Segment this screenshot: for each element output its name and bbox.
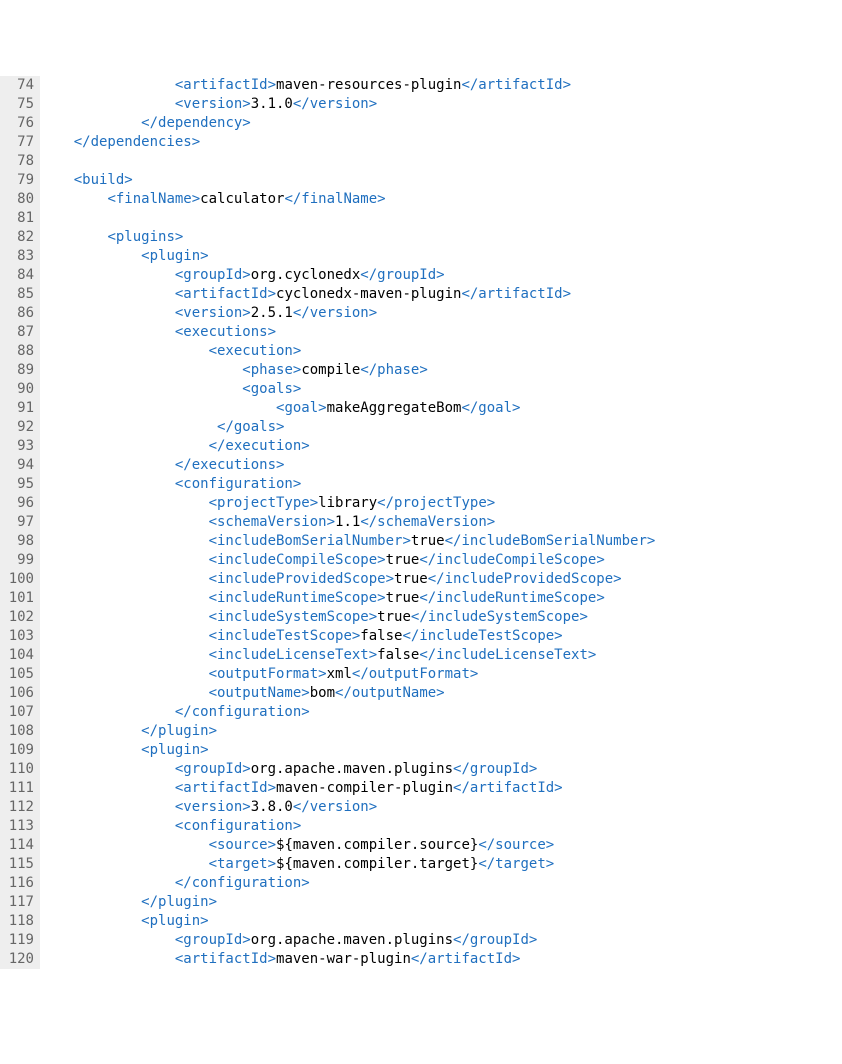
- line-number: 85: [4, 285, 34, 304]
- code-line[interactable]: <includeSystemScope>true</includeSystemS…: [40, 608, 655, 627]
- line-number: 116: [4, 874, 34, 893]
- line-number: 95: [4, 475, 34, 494]
- code-line[interactable]: <version>3.1.0</version>: [40, 95, 655, 114]
- code-line[interactable]: <artifactId>cyclonedx-maven-plugin</arti…: [40, 285, 655, 304]
- line-number: 104: [4, 646, 34, 665]
- line-number: 98: [4, 532, 34, 551]
- line-number: 120: [4, 950, 34, 969]
- code-line[interactable]: <goal>makeAggregateBom</goal>: [40, 399, 655, 418]
- code-line[interactable]: <groupId>org.apache.maven.plugins</group…: [40, 760, 655, 779]
- code-line[interactable]: <outputFormat>xml</outputFormat>: [40, 665, 655, 684]
- code-line[interactable]: <plugin>: [40, 741, 655, 760]
- line-number: 103: [4, 627, 34, 646]
- code-line[interactable]: <schemaVersion>1.1</schemaVersion>: [40, 513, 655, 532]
- line-number: 87: [4, 323, 34, 342]
- line-number: 82: [4, 228, 34, 247]
- line-number: 80: [4, 190, 34, 209]
- line-number: 91: [4, 399, 34, 418]
- line-number: 81: [4, 209, 34, 228]
- code-line[interactable]: <groupId>org.cyclonedx</groupId>: [40, 266, 655, 285]
- line-number: 106: [4, 684, 34, 703]
- code-line[interactable]: <build>: [40, 171, 655, 190]
- code-line[interactable]: <includeCompileScope>true</includeCompil…: [40, 551, 655, 570]
- line-number: 86: [4, 304, 34, 323]
- code-line[interactable]: <version>2.5.1</version>: [40, 304, 655, 323]
- code-line[interactable]: </plugin>: [40, 722, 655, 741]
- code-line[interactable]: <plugins>: [40, 228, 655, 247]
- code-line[interactable]: <version>3.8.0</version>: [40, 798, 655, 817]
- code-line[interactable]: </executions>: [40, 456, 655, 475]
- code-line[interactable]: <plugin>: [40, 247, 655, 266]
- code-line[interactable]: <includeBomSerialNumber>true</includeBom…: [40, 532, 655, 551]
- code-line[interactable]: <execution>: [40, 342, 655, 361]
- line-number: 83: [4, 247, 34, 266]
- line-number: 114: [4, 836, 34, 855]
- line-number: 79: [4, 171, 34, 190]
- code-line[interactable]: </plugin>: [40, 893, 655, 912]
- line-number: 74: [4, 76, 34, 95]
- code-line[interactable]: <outputName>bom</outputName>: [40, 684, 655, 703]
- line-number: 99: [4, 551, 34, 570]
- line-number: 105: [4, 665, 34, 684]
- line-number: 88: [4, 342, 34, 361]
- line-number: 119: [4, 931, 34, 950]
- code-line[interactable]: </dependencies>: [40, 133, 655, 152]
- code-line[interactable]: <executions>: [40, 323, 655, 342]
- code-line[interactable]: </goals>: [40, 418, 655, 437]
- line-number: 115: [4, 855, 34, 874]
- code-line[interactable]: <finalName>calculator</finalName>: [40, 190, 655, 209]
- code-line[interactable]: </configuration>: [40, 703, 655, 722]
- code-line[interactable]: [40, 209, 655, 228]
- line-number: 113: [4, 817, 34, 836]
- line-number: 84: [4, 266, 34, 285]
- code-line[interactable]: <includeLicenseText>false</includeLicens…: [40, 646, 655, 665]
- line-number: 93: [4, 437, 34, 456]
- code-line[interactable]: <includeRuntimeScope>true</includeRuntim…: [40, 589, 655, 608]
- code-line[interactable]: </execution>: [40, 437, 655, 456]
- code-line[interactable]: <goals>: [40, 380, 655, 399]
- code-line[interactable]: <groupId>org.apache.maven.plugins</group…: [40, 931, 655, 950]
- code-line[interactable]: <phase>compile</phase>: [40, 361, 655, 380]
- line-number: 89: [4, 361, 34, 380]
- code-line[interactable]: [40, 152, 655, 171]
- code-line[interactable]: <configuration>: [40, 475, 655, 494]
- line-number: 97: [4, 513, 34, 532]
- line-number: 90: [4, 380, 34, 399]
- line-number: 78: [4, 152, 34, 171]
- line-number: 102: [4, 608, 34, 627]
- line-number: 107: [4, 703, 34, 722]
- line-number: 96: [4, 494, 34, 513]
- code-line[interactable]: <artifactId>maven-resources-plugin</arti…: [40, 76, 655, 95]
- code-line[interactable]: <artifactId>maven-compiler-plugin</artif…: [40, 779, 655, 798]
- line-number: 76: [4, 114, 34, 133]
- code-line[interactable]: <configuration>: [40, 817, 655, 836]
- line-number: 101: [4, 589, 34, 608]
- code-editor[interactable]: 7475767778798081828384858687888990919293…: [0, 76, 842, 969]
- code-line[interactable]: <includeTestScope>false</includeTestScop…: [40, 627, 655, 646]
- code-line[interactable]: <target>${maven.compiler.target}</target…: [40, 855, 655, 874]
- line-number: 112: [4, 798, 34, 817]
- line-number: 110: [4, 760, 34, 779]
- code-line[interactable]: <artifactId>maven-war-plugin</artifactId…: [40, 950, 655, 969]
- line-number: 108: [4, 722, 34, 741]
- code-line[interactable]: <projectType>library</projectType>: [40, 494, 655, 513]
- code-line[interactable]: </dependency>: [40, 114, 655, 133]
- code-line[interactable]: <includeProvidedScope>true</includeProvi…: [40, 570, 655, 589]
- line-number: 77: [4, 133, 34, 152]
- code-line[interactable]: <plugin>: [40, 912, 655, 931]
- line-number: 92: [4, 418, 34, 437]
- line-number: 94: [4, 456, 34, 475]
- line-number: 117: [4, 893, 34, 912]
- code-area[interactable]: <artifactId>maven-resources-plugin</arti…: [40, 76, 655, 969]
- line-number: 100: [4, 570, 34, 589]
- line-number: 75: [4, 95, 34, 114]
- code-line[interactable]: </configuration>: [40, 874, 655, 893]
- code-line[interactable]: <source>${maven.compiler.source}</source…: [40, 836, 655, 855]
- line-number: 111: [4, 779, 34, 798]
- line-number-gutter: 7475767778798081828384858687888990919293…: [0, 76, 40, 969]
- line-number: 118: [4, 912, 34, 931]
- line-number: 109: [4, 741, 34, 760]
